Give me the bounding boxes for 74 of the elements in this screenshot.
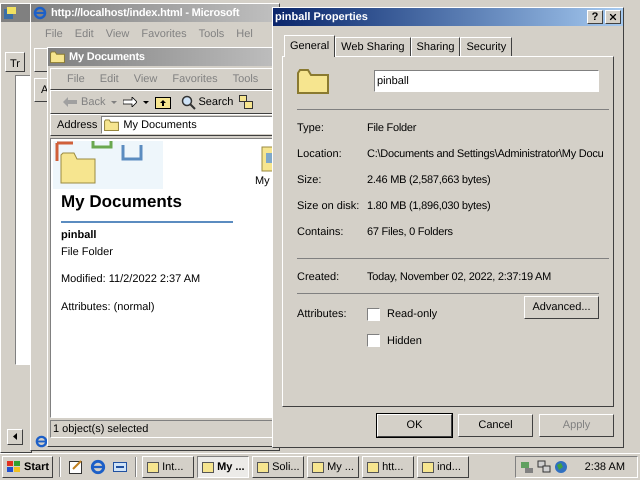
window-icon [421, 460, 436, 474]
property-label: Type: [297, 121, 325, 136]
window-icon [366, 460, 380, 474]
attributes-text: Attributes: (normal) [61, 300, 156, 314]
checkbox[interactable]: Read-only [367, 306, 524, 322]
left-arrow-icon [13, 433, 17, 440]
taskbar-button[interactable]: My ... [307, 456, 360, 478]
taskbar-button[interactable]: My ... [197, 456, 250, 478]
right-arrow-icon[interactable] [123, 97, 138, 107]
clock: 2:38 AM [584, 460, 625, 475]
browser-icon [35, 434, 48, 448]
property-label: Created: [297, 270, 340, 285]
property-label: Attributes: [297, 307, 348, 322]
close-button[interactable] [605, 10, 621, 24]
checkbox[interactable]: Hidden [367, 332, 524, 349]
property-label: Contains: [297, 225, 344, 240]
notepad-icon[interactable] [68, 459, 84, 475]
window-title: http://localhost/index.html - Microsoft [51, 6, 240, 21]
window-icon [311, 460, 326, 474]
tab[interactable]: General [284, 35, 336, 57]
modified-date: Modified: 11/2/2022 2:37 AM [61, 272, 200, 287]
property-label: Location: [297, 147, 343, 162]
scroll-left-button[interactable] [7, 428, 23, 444]
icon-label[interactable]: My [255, 173, 270, 190]
item-type: File Folder [61, 244, 114, 260]
window-icon [256, 460, 270, 474]
search-icon [181, 94, 196, 110]
dropdown-caret-icon[interactable] [143, 100, 150, 104]
folder-up-icon[interactable] [155, 95, 172, 109]
globe-icon [554, 460, 568, 474]
advanced-button[interactable]: Advanced... [524, 296, 599, 319]
folder-icon [50, 51, 65, 63]
property-value: 1.80 MB (1,896,030 bytes) [367, 199, 492, 214]
status-text: 1 object(s) selected [53, 422, 148, 437]
address-label: Address [57, 118, 98, 133]
tab[interactable]: Security [460, 37, 512, 56]
item-name: pinball [61, 228, 98, 243]
browser-icon [33, 6, 47, 20]
property-value: C:\Documents and Settings\Administrator\My Docu [367, 147, 604, 162]
name-field[interactable]: pinball [374, 70, 599, 92]
taskbar-button[interactable]: htt... [362, 456, 414, 478]
folder-icon [104, 119, 120, 131]
property-value: 2.46 MB (2,587,663 bytes) [367, 173, 492, 188]
property-label: Size: [297, 173, 322, 188]
dialog-button[interactable]: Cancel [458, 414, 533, 437]
window-title: My Documents [69, 50, 145, 65]
taskbar-button[interactable]: Soli... [252, 456, 304, 478]
close-icon [608, 12, 618, 22]
folders-icon[interactable] [239, 95, 254, 109]
taskbar-button[interactable]: Int... [142, 456, 194, 478]
checkbox-box[interactable] [367, 334, 380, 348]
property-value: 67 Files, 0 Folders [367, 225, 454, 240]
checkbox-box[interactable] [367, 308, 380, 321]
dialog-button[interactable]: OK [377, 414, 452, 437]
tab[interactable]: Web Sharing [335, 37, 411, 56]
window-title: pinball Properties [275, 10, 369, 25]
window-icon [146, 460, 160, 474]
folder-heading: My Documents [61, 192, 182, 211]
property-label: Size on disk: [297, 199, 360, 214]
search-button[interactable]: Search [181, 94, 234, 110]
tab[interactable]: Sharing [410, 37, 460, 56]
help-button[interactable]: ? [587, 10, 603, 24]
computers-icon [536, 460, 551, 474]
app-icon [3, 6, 17, 20]
property-value: Today, November 02, 2022, 2:37:19 AM [367, 270, 552, 285]
taskbar-button[interactable]: ind... [417, 456, 470, 478]
window-icon [201, 460, 216, 474]
browser-icon[interactable] [90, 459, 106, 475]
left-arrow-icon [63, 97, 77, 107]
windows-logo-icon [6, 460, 22, 474]
panel-tab[interactable]: Tr [5, 52, 25, 72]
property-value: File Folder [367, 121, 418, 136]
folder-icon [297, 68, 329, 94]
start-button[interactable]: Start [2, 456, 54, 478]
